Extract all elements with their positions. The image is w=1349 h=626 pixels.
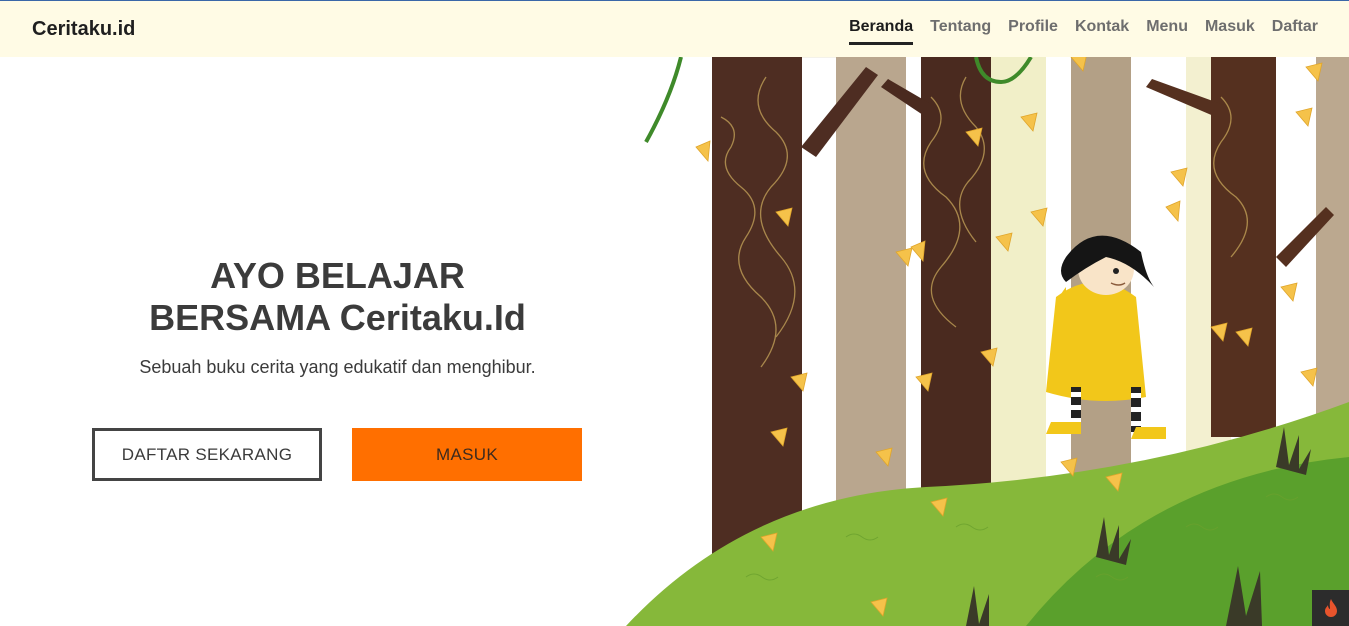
nav-item-menu[interactable]: Menu [1146,17,1188,45]
hero-title: AYO BELAJAR BERSAMA Ceritaku.Id [0,255,675,339]
login-button[interactable]: MASUK [352,428,582,481]
hero-title-line-1: AYO BELAJAR [210,255,465,296]
hero-illustration [626,57,1349,626]
nav-item-masuk[interactable]: Masuk [1205,17,1255,45]
nav-item-daftar[interactable]: Daftar [1272,17,1318,45]
nav-item-tentang[interactable]: Tentang [930,17,991,45]
forest-girl-illustration [626,57,1349,626]
nav-links: Beranda Tentang Profile Kontak Menu Masu… [832,17,1318,45]
brand-logo[interactable]: Ceritaku.id [32,18,135,41]
flame-icon [1324,599,1337,617]
nav-item-beranda[interactable]: Beranda [849,17,914,45]
navbar: Ceritaku.id Beranda Tentang Profile Kont… [0,1,1349,57]
hero-title-line-2: BERSAMA Ceritaku.Id [149,297,526,338]
nav-item-kontak[interactable]: Kontak [1075,17,1129,45]
hero-subtitle: Sebuah buku cerita yang edukatif dan men… [139,357,536,377]
register-now-button[interactable]: DAFTAR SEKARANG [92,428,322,481]
floating-action-button[interactable] [1312,590,1349,626]
nav-item-profile[interactable]: Profile [1008,17,1058,45]
hero-section: AYO BELAJAR BERSAMA Ceritaku.Id Sebuah b… [0,57,675,626]
